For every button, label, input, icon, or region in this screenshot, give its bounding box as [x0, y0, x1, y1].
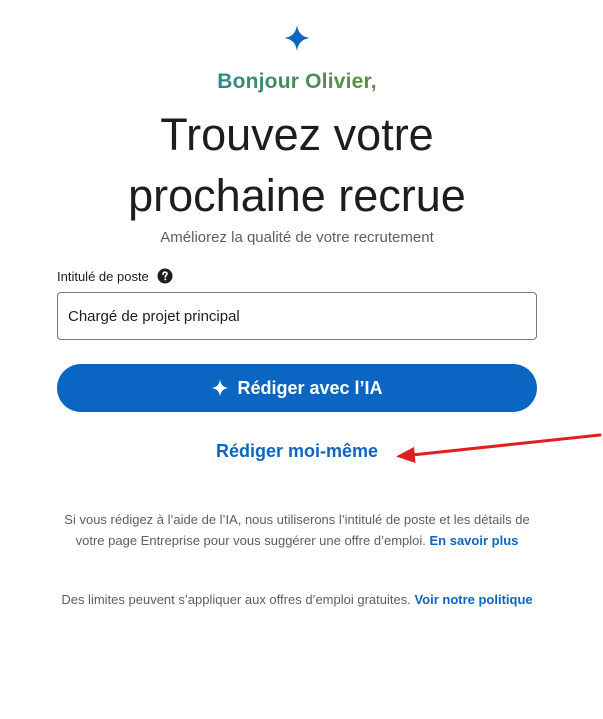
- page-headline: Trouvez votre prochaine recrue: [0, 104, 594, 226]
- learn-more-link[interactable]: En savoir plus: [430, 533, 519, 548]
- limits-info-body: Des limites peuvent s’appliquer aux offr…: [61, 592, 411, 607]
- limits-info-text: Des limites peuvent s’appliquer aux offr…: [50, 589, 544, 610]
- job-title-input[interactable]: [57, 292, 537, 340]
- sparkle-logo-icon: [284, 25, 310, 51]
- write-with-ai-button[interactable]: Rédiger avec l’IA: [57, 364, 537, 412]
- job-title-label-row: Intitulé de poste: [57, 268, 173, 284]
- headline-line-1: Trouvez votre: [160, 109, 434, 160]
- write-myself-link[interactable]: Rédiger moi-même: [216, 441, 378, 461]
- headline-line-2: prochaine recrue: [128, 170, 466, 221]
- ai-info-text: Si vous rédigez à l’aide de l’IA, nous u…: [50, 509, 544, 551]
- red-arrow-icon: [396, 433, 602, 463]
- write-with-ai-label: Rédiger avec l’IA: [237, 377, 383, 398]
- job-title-label: Intitulé de poste: [57, 268, 149, 284]
- sparkle-icon: [211, 379, 229, 397]
- page-subtitle: Améliorez la qualité de votre recrutemen…: [160, 229, 434, 246]
- greeting-text: Bonjour Olivier,: [0, 70, 594, 94]
- help-circle-icon[interactable]: [157, 268, 173, 284]
- view-policy-link[interactable]: Voir notre politique: [414, 592, 532, 607]
